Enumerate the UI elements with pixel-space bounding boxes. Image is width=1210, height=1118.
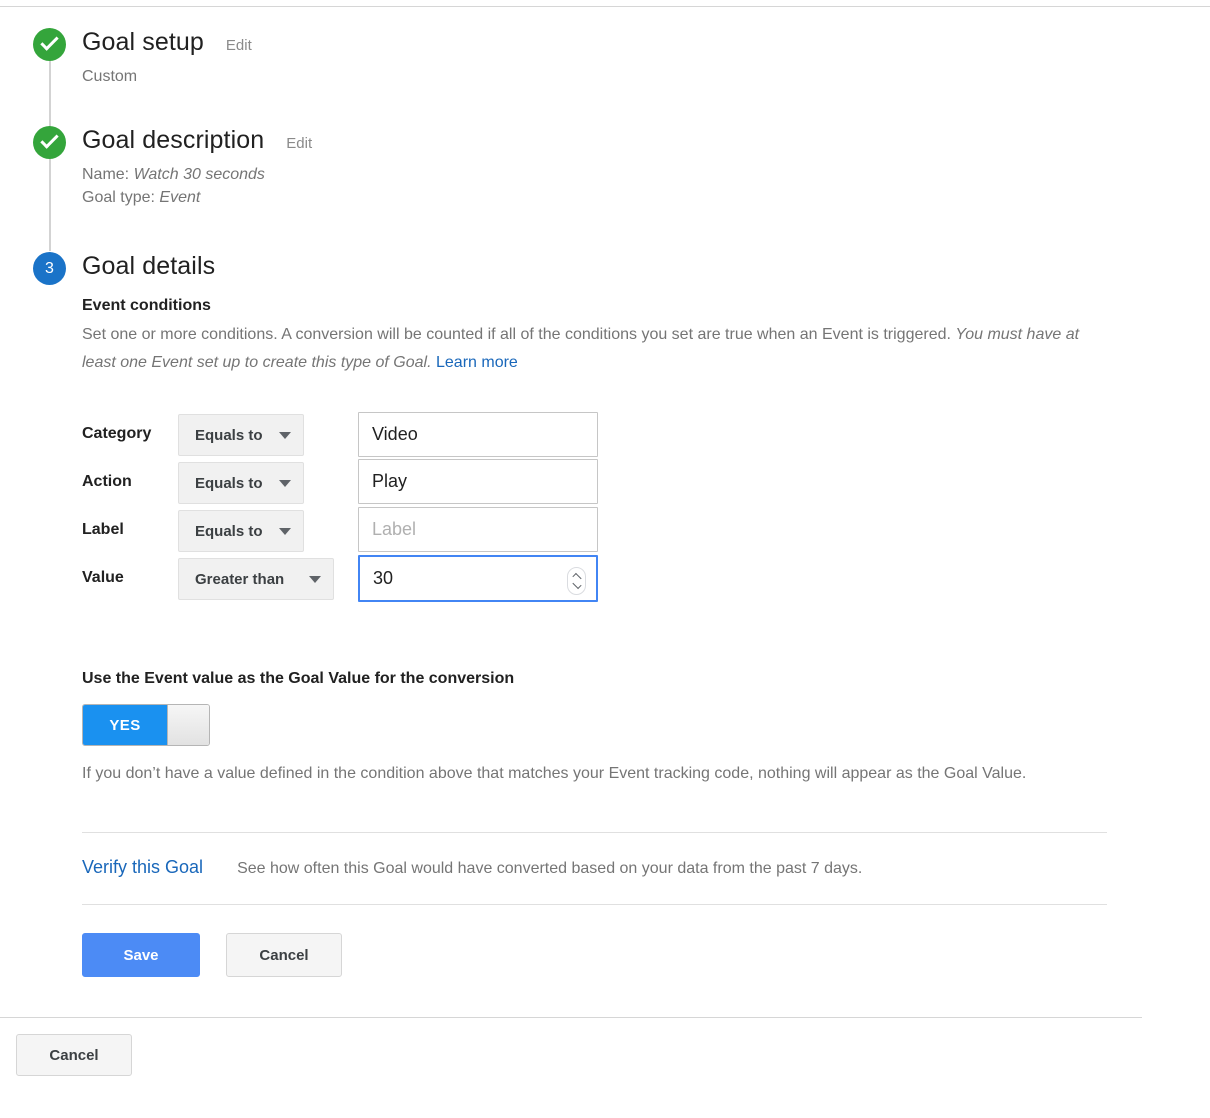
cancel-button[interactable]: Cancel <box>226 933 342 978</box>
operator-value-label: Equals to <box>195 522 263 540</box>
step-goal-description: Goal description Edit Name: Watch 30 sec… <box>0 126 1210 251</box>
step-summary-goal-description: Name: Watch 30 seconds Goal type: Event <box>82 164 1210 209</box>
condition-row-label: Label Equals to <box>82 507 1210 556</box>
step-title-goal-setup: Goal setup <box>82 28 204 56</box>
goal-name-value: Watch 30 seconds <box>133 166 265 183</box>
condition-row-action: Action Equals to <box>82 459 1210 508</box>
chevron-down-icon <box>279 479 291 487</box>
event-conditions-form: Category Equals to Action <box>82 412 1210 604</box>
condition-label-category: Category <box>82 425 152 443</box>
learn-more-link[interactable]: Learn more <box>436 354 518 371</box>
step-title-goal-description: Goal description <box>82 126 265 154</box>
operator-value-category: Equals to <box>195 426 263 444</box>
event-value-toggle[interactable]: YES <box>82 704 210 747</box>
condition-input-action[interactable] <box>358 459 598 505</box>
chevron-down-icon <box>279 431 291 439</box>
toggle-knob <box>167 705 209 746</box>
save-button[interactable]: Save <box>82 933 200 978</box>
step-summary-goal-setup: Custom <box>82 68 138 85</box>
verify-goal-row: Verify this Goal See how often this Goal… <box>82 833 1210 904</box>
condition-input-label[interactable] <box>358 507 598 553</box>
step-title-goal-details: Goal details <box>82 252 216 280</box>
condition-row-value: Value Greater than <box>82 555 1210 604</box>
condition-label-label: Label <box>82 521 124 539</box>
condition-input-value[interactable] <box>358 555 598 603</box>
operator-value-value: Greater than <box>195 570 285 588</box>
step-goal-setup: Goal setup Edit Custom <box>0 28 1210 138</box>
goal-name-label: Name: <box>82 166 130 183</box>
top-divider <box>0 6 1210 7</box>
step-number-label: 3 <box>45 260 54 277</box>
operator-dropdown-action[interactable]: Equals to <box>178 462 304 505</box>
goal-type-value: Event <box>159 188 201 206</box>
event-conditions-description: Set one or more conditions. A conversion… <box>82 321 1112 376</box>
toggle-state-label: YES <box>83 705 167 746</box>
checkmark-icon <box>40 32 59 51</box>
checkmark-icon <box>40 130 59 149</box>
operator-dropdown-value[interactable]: Greater than <box>178 558 334 601</box>
edit-link-goal-description[interactable]: Edit <box>286 135 312 152</box>
step-complete-icon-2 <box>33 126 66 159</box>
operator-value-action: Equals to <box>195 474 263 492</box>
chevron-down-icon <box>309 575 321 583</box>
goal-type-label: Goal type: <box>82 188 155 206</box>
step-complete-icon-1 <box>33 28 66 61</box>
condition-label-action: Action <box>82 473 132 491</box>
verify-this-goal-link[interactable]: Verify this Goal <box>82 857 203 878</box>
footer-divider <box>0 1017 1142 1018</box>
edit-link-goal-setup[interactable]: Edit <box>226 37 252 54</box>
number-stepper-icon[interactable] <box>567 567 586 596</box>
event-value-toggle-heading: Use the Event value as the Goal Value fo… <box>82 670 515 688</box>
step-goal-details: 3 Goal details Event conditions Set one … <box>0 252 1210 978</box>
operator-dropdown-label[interactable]: Equals to <box>178 510 304 553</box>
form-actions: Save Cancel <box>82 905 1210 978</box>
condition-input-category[interactable] <box>358 412 598 458</box>
goal-details-body: Event conditions Set one or more conditi… <box>82 281 1210 978</box>
operator-dropdown-category[interactable]: Equals to <box>178 414 304 457</box>
event-value-toggle-note: If you don’t have a value defined in the… <box>82 765 1027 783</box>
chevron-down-icon <box>572 579 582 590</box>
condition-row-category: Category Equals to <box>82 412 1210 460</box>
condition-label-value: Value <box>82 569 124 587</box>
footer-cancel-button[interactable]: Cancel <box>16 1034 132 1076</box>
step-number-icon-3: 3 <box>33 252 66 285</box>
description-text: Set one or more conditions. A conversion… <box>82 326 951 343</box>
event-conditions-heading: Event conditions <box>82 297 211 314</box>
chevron-down-icon <box>279 527 291 535</box>
verify-goal-note: See how often this Goal would have conve… <box>237 860 863 878</box>
